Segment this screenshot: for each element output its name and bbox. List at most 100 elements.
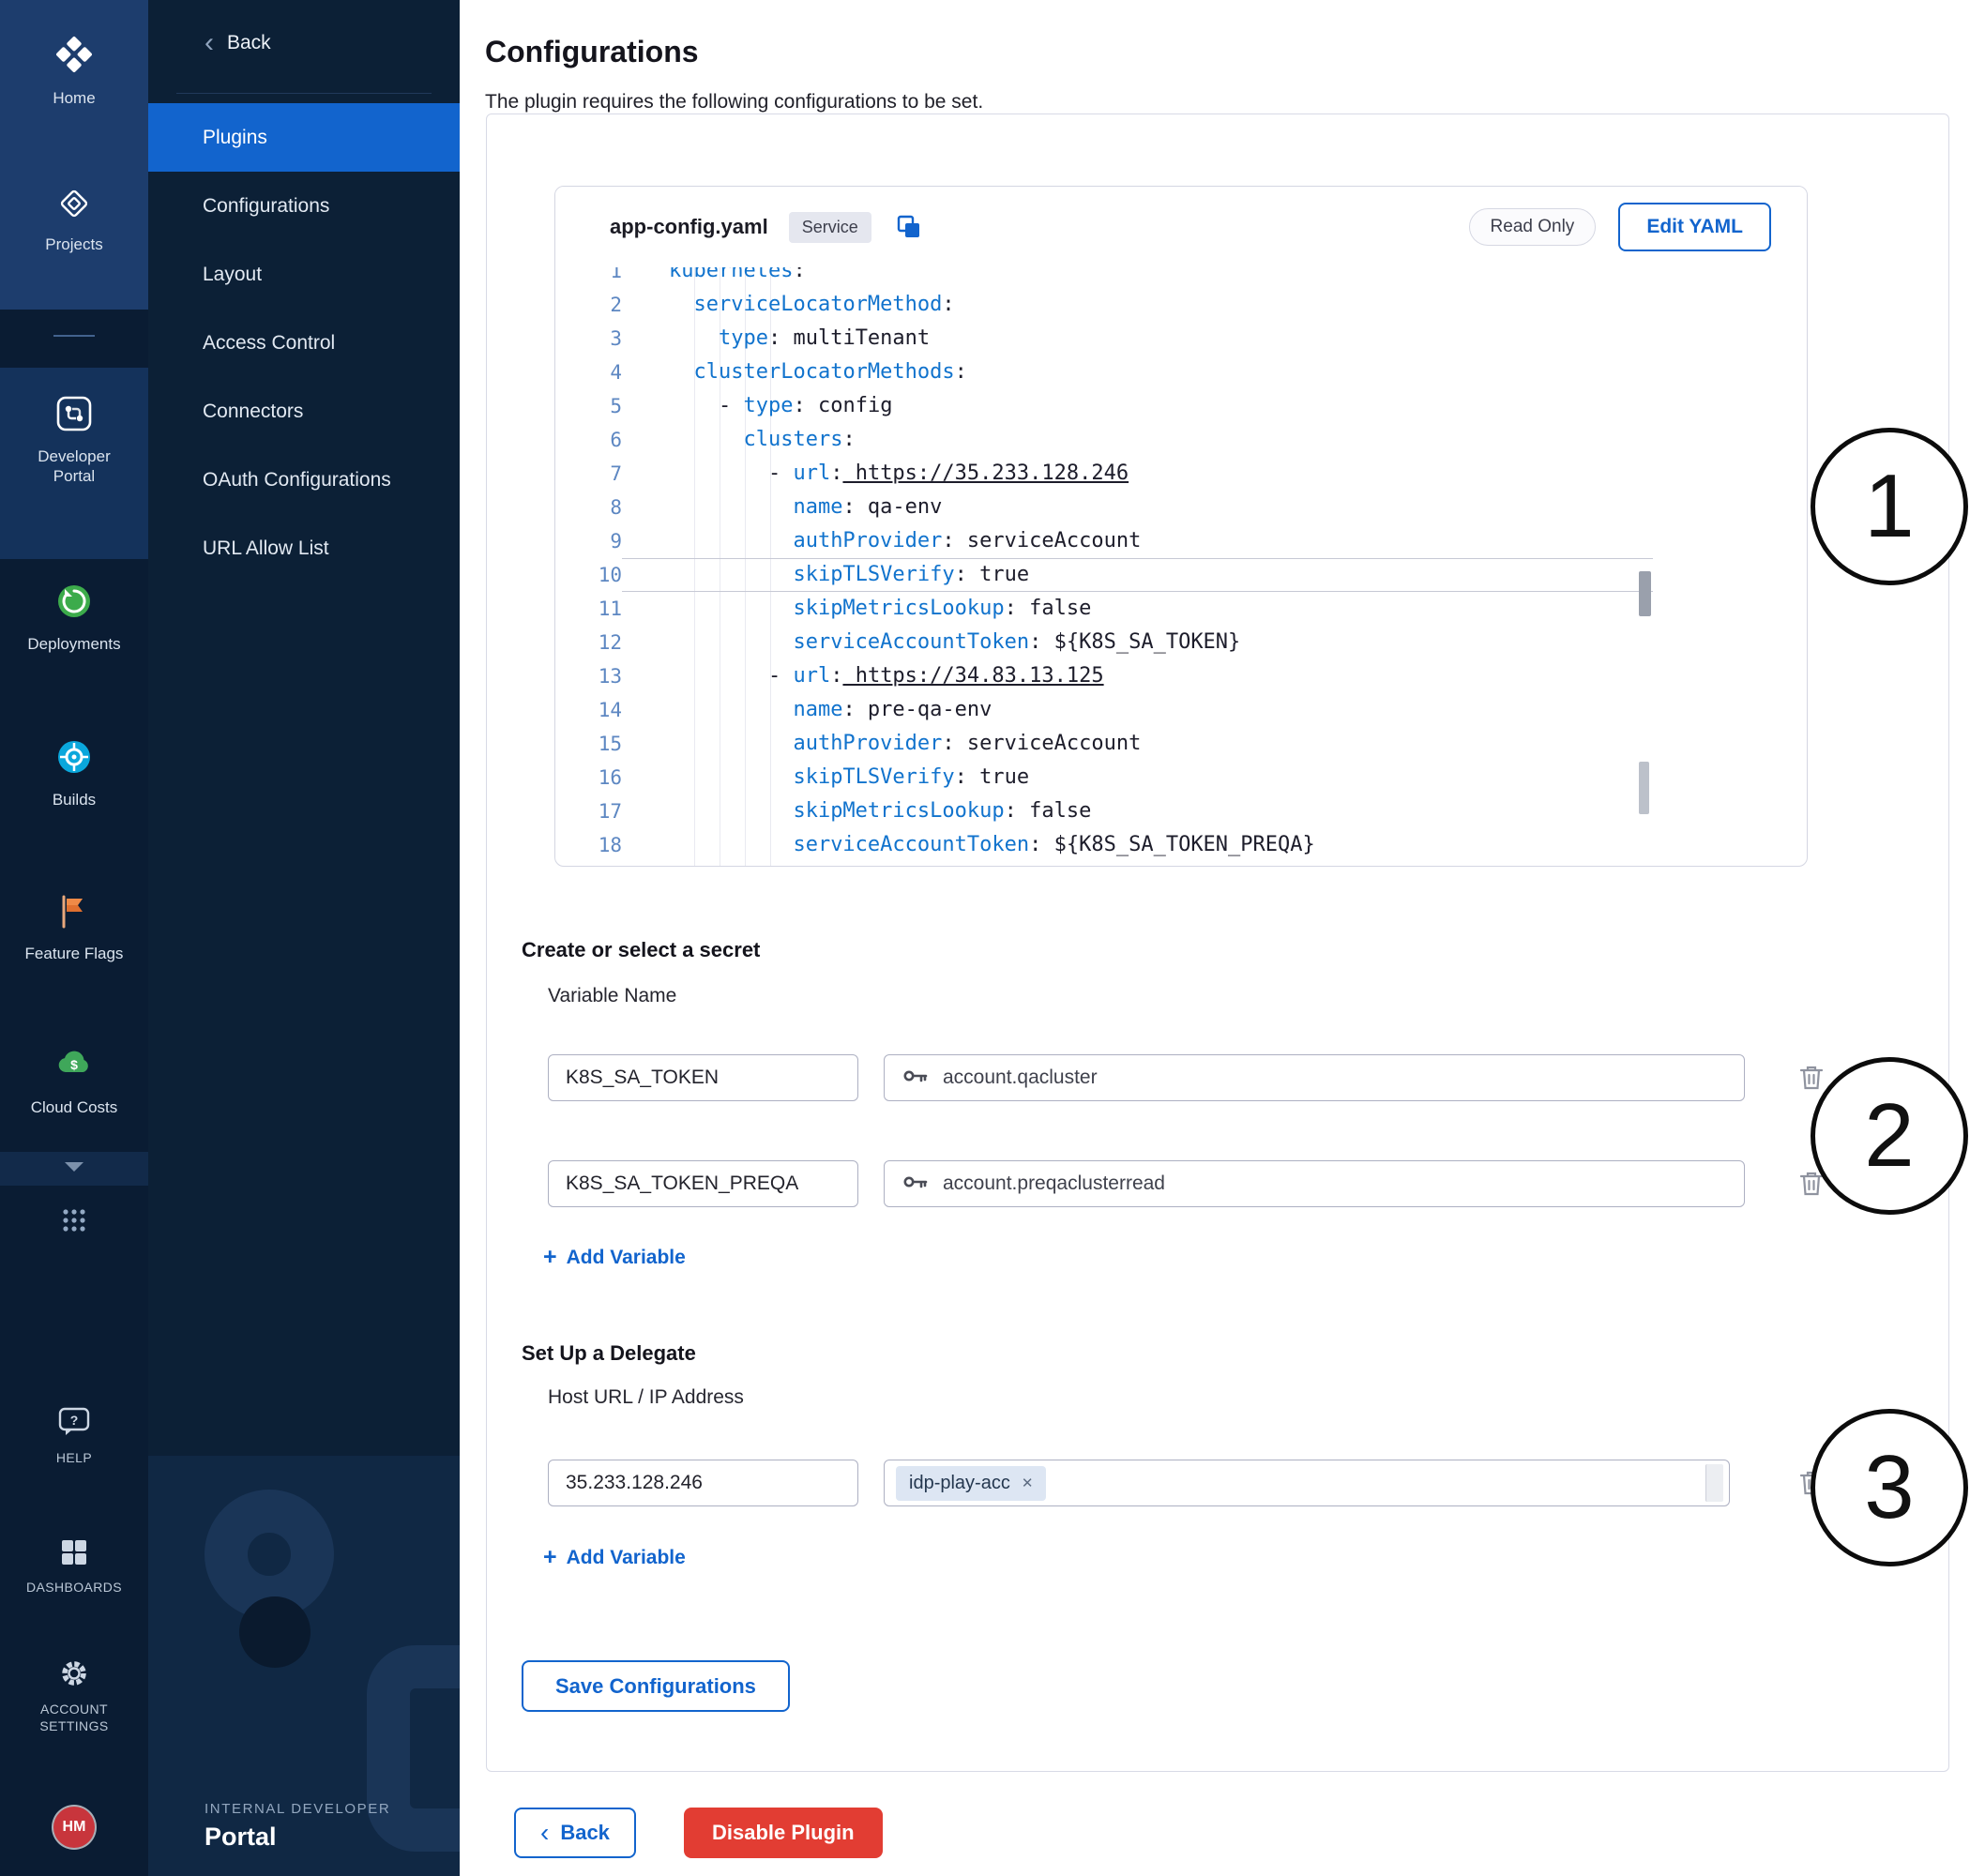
subnav-item-plugins[interactable]: Plugins <box>148 103 460 172</box>
yaml-code-scroll: 123456789101112131415161718 kubernetes: … <box>555 267 1653 862</box>
settings-gear-icon <box>59 1658 89 1693</box>
page-subtitle: The plugin requires the following config… <box>485 91 983 113</box>
subnav-item-configurations[interactable]: Configurations <box>148 172 460 240</box>
rail-item-cloud-costs[interactable]: $ Cloud Costs <box>0 1043 148 1117</box>
rail-item-projects[interactable]: Projects <box>0 186 148 254</box>
screen: Home Projects Developer Portal Deploymen… <box>0 0 1985 1876</box>
rail-item-dashboards[interactable]: DASHBOARDS <box>0 1538 148 1596</box>
tag-chip[interactable]: idp-play-acc ✕ <box>896 1466 1046 1501</box>
subnav-divider <box>176 93 432 94</box>
host-url-label: Host URL / IP Address <box>548 1386 744 1409</box>
disable-plugin-button[interactable]: Disable Plugin <box>684 1808 883 1858</box>
help-icon: ? <box>58 1407 90 1442</box>
chevron-left-icon: ‹ <box>540 1823 549 1842</box>
yaml-card: app-config.yaml Service Read Only Edit Y… <box>554 186 1808 867</box>
portal-brand-title: Portal <box>205 1823 390 1852</box>
page-title: Configurations <box>485 35 699 69</box>
rail-item-label: Deployments <box>27 634 120 654</box>
portal-brand-kicker: INTERNAL DEVELOPER <box>205 1801 390 1817</box>
rail-item-label: ACCOUNT SETTINGS <box>23 1702 126 1734</box>
yaml-code-lines: kubernetes: serviceLocatorMethod: type: … <box>622 267 1653 862</box>
rail-module-switcher[interactable] <box>0 1208 148 1237</box>
secret-select-2[interactable]: account.preqaclusterread <box>884 1160 1745 1207</box>
yaml-gutter: 123456789101112131415161718 <box>555 267 622 862</box>
subnav-item-connectors[interactable]: Connectors <box>148 377 460 446</box>
copy-icon <box>896 229 922 243</box>
configurations-panel: app-config.yaml Service Read Only Edit Y… <box>486 113 1949 1772</box>
subnav-item-layout[interactable]: Layout <box>148 240 460 309</box>
code-scrollbar-thumb-secondary[interactable] <box>1639 762 1649 814</box>
harness-logo-icon <box>53 34 95 80</box>
rail-item-label: DASHBOARDS <box>26 1580 122 1596</box>
delegate-tag-select[interactable]: idp-play-acc ✕ <box>884 1460 1730 1506</box>
annotation-circle-2: 2 <box>1811 1057 1968 1215</box>
add-variable-link-1[interactable]: + Add Variable <box>543 1244 686 1271</box>
yaml-filename: app-config.yaml <box>610 215 768 239</box>
subnav-item-access-control[interactable]: Access Control <box>148 309 460 377</box>
subnav-item-oauth-configurations[interactable]: OAuth Configurations <box>148 446 460 514</box>
back-button[interactable]: ‹ Back <box>514 1808 636 1858</box>
module-rail: Home Projects Developer Portal Deploymen… <box>0 0 148 1876</box>
main-content: Configurations The plugin requires the f… <box>460 0 1985 1876</box>
chip-remove-icon[interactable]: ✕ <box>1022 1475 1034 1491</box>
tag-chip-label: idp-play-acc <box>909 1473 1010 1494</box>
secret-select-1[interactable]: account.qacluster <box>884 1054 1745 1101</box>
user-avatar[interactable]: HM <box>53 1807 95 1848</box>
portal-brand: INTERNAL DEVELOPER Portal <box>205 1801 390 1852</box>
rail-item-label: Builds <box>53 790 96 809</box>
edit-yaml-button[interactable]: Edit YAML <box>1618 203 1771 251</box>
subnav-footer-area: INTERNAL DEVELOPER Portal <box>148 1456 460 1876</box>
developer-portal-icon <box>54 394 94 438</box>
trash-icon <box>1799 1081 1824 1095</box>
rail-item-deployments[interactable]: Deployments <box>0 582 148 654</box>
trash-icon <box>1799 1187 1824 1201</box>
secret-select-value: account.qacluster <box>943 1067 1098 1089</box>
feature-flags-icon <box>55 893 93 935</box>
chevron-left-icon: ‹ <box>205 34 214 53</box>
host-input[interactable] <box>548 1460 858 1506</box>
variable-input-1[interactable] <box>548 1054 858 1101</box>
back-button-label: Back <box>560 1821 610 1845</box>
svg-text:?: ? <box>70 1413 79 1428</box>
add-variable-label: Add Variable <box>567 1547 686 1569</box>
variable-input-2[interactable] <box>548 1160 858 1207</box>
rail-item-developer-portal[interactable]: Developer Portal <box>0 394 148 487</box>
secret-select-value: account.preqaclusterread <box>943 1172 1165 1195</box>
read-only-badge: Read Only <box>1469 208 1597 246</box>
yaml-editor-viewport[interactable]: 123456789101112131415161718 kubernetes: … <box>555 267 1653 867</box>
delegate-section-heading: Set Up a Delegate <box>522 1341 696 1366</box>
service-badge: Service <box>789 212 871 243</box>
rail-item-feature-flags[interactable]: Feature Flags <box>0 893 148 963</box>
key-icon <box>903 1172 928 1195</box>
rail-item-account-settings[interactable]: ACCOUNT SETTINGS <box>0 1658 148 1734</box>
delete-variable-button-1[interactable] <box>1796 1059 1827 1097</box>
subnav-menu: Plugins Configurations Layout Access Con… <box>148 103 460 582</box>
rail-item-label: Developer Portal <box>18 446 130 487</box>
rail-item-label: Feature Flags <box>25 944 124 963</box>
copy-button[interactable] <box>896 214 922 240</box>
rail-item-label: Projects <box>45 234 102 254</box>
svg-text:$: $ <box>70 1057 78 1072</box>
rail-item-builds[interactable]: Builds <box>0 737 148 809</box>
code-scrollbar-thumb[interactable] <box>1639 571 1651 616</box>
annotation-circle-3: 3 <box>1811 1409 1968 1566</box>
subnav-item-url-allow-list[interactable]: URL Allow List <box>148 514 460 582</box>
deployments-icon <box>54 582 94 626</box>
plus-icon: + <box>543 1244 557 1271</box>
rail-item-help[interactable]: ? HELP <box>0 1407 148 1467</box>
plugin-subnav: ‹ Back Plugins Configurations Layout Acc… <box>148 0 460 1876</box>
rail-item-label: Cloud Costs <box>31 1097 118 1117</box>
rail-collapse-strip[interactable] <box>0 1152 148 1186</box>
plus-icon: + <box>543 1544 557 1571</box>
tag-field-scrollbar[interactable] <box>1705 1464 1723 1502</box>
chevron-down-icon <box>64 1160 84 1177</box>
add-variable-link-2[interactable]: + Add Variable <box>543 1544 686 1571</box>
rail-item-home[interactable]: Home <box>0 34 148 108</box>
rail-item-label: Home <box>53 88 95 108</box>
rail-divider <box>53 335 95 337</box>
back-link[interactable]: ‹ Back <box>205 32 271 54</box>
module-grid-icon <box>62 1208 86 1237</box>
rail-user[interactable]: HM <box>0 1807 148 1848</box>
decorative-dot <box>239 1596 311 1668</box>
save-configurations-button[interactable]: Save Configurations <box>522 1660 790 1712</box>
